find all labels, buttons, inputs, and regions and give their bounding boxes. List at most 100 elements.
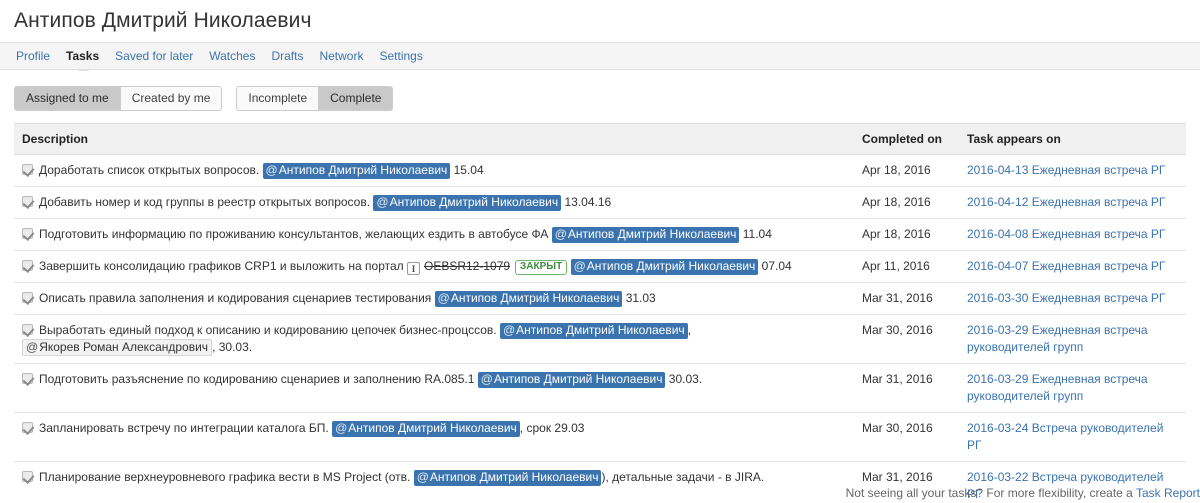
task-checkbox-checked-icon[interactable] [22, 471, 33, 482]
jira-status-badge: ЗАКРЫТ [515, 260, 568, 275]
table-row: Подготовить разъяснение по кодированию с… [14, 363, 1186, 413]
at-sign-icon: @ [573, 259, 586, 273]
table-row: Подготовить информацию по проживанию кон… [14, 218, 1186, 251]
user-mention-name: Антипов Дмитрий Николаевич [389, 195, 559, 209]
at-sign-icon: @ [437, 291, 450, 305]
task-appears-on-cell: 2016-03-30 Ежедневная встреча РГ [959, 282, 1186, 315]
jira-issue-link[interactable]: I OEBSR12-1079 ЗАКРЫТ [406, 258, 568, 275]
task-description-cell: Подготовить разъяснение по кодированию с… [14, 363, 854, 413]
column-header-description: Description [14, 123, 854, 155]
filter-button-created-by-me[interactable]: Created by me [120, 86, 223, 111]
table-row: Доработать список открытых вопросов. @Ан… [14, 154, 1186, 187]
tab-watches[interactable]: Watches [201, 43, 263, 70]
owner-filter-group: Assigned to me Created by me [14, 86, 223, 111]
task-completed-on: Apr 18, 2016 [854, 218, 959, 251]
page-header: Антипов Дмитрий Николаевич [0, 0, 1200, 42]
task-text-before: Добавить номер и код группы в реестр отк… [39, 195, 371, 209]
tab-network[interactable]: Network [311, 43, 371, 70]
column-header-task-appears-on: Task appears on [959, 123, 1186, 155]
tab-tasks[interactable]: Tasks [58, 43, 107, 70]
user-mention-chip[interactable]: @Антипов Дмитрий Николаевич [434, 291, 623, 307]
jira-issue-key: OEBSR12-1079 [423, 259, 511, 273]
user-mention-chip[interactable]: @Антипов Дмитрий Николаевич [551, 227, 740, 243]
task-text-before: Завершить консолидацию графиков CRP1 и в… [39, 259, 404, 273]
tasks-table-body: Доработать список открытых вопросов. @Ан… [14, 154, 1186, 503]
user-mention-name: Антипов Дмитрий Николаевич [567, 227, 737, 241]
task-appears-on-link[interactable]: 2016-04-08 Ежедневная встреча РГ [967, 227, 1165, 241]
table-row: Завершить консолидацию графиков CRP1 и в… [14, 250, 1186, 283]
task-checkbox-checked-icon[interactable] [22, 422, 33, 433]
task-checkbox-checked-icon[interactable] [22, 292, 33, 303]
user-mention-chip[interactable]: @Антипов Дмитрий Николаевич [332, 421, 520, 437]
filter-button-incomplete[interactable]: Incomplete [236, 86, 320, 111]
task-issue-icon: I [406, 262, 420, 275]
task-text-after: 30.03. [668, 372, 703, 386]
status-filter-group: Incomplete Complete [236, 86, 394, 111]
task-checkbox-checked-icon[interactable] [22, 260, 33, 271]
task-text-after: 15.04 [453, 163, 484, 177]
user-mention-name: Якорев Роман Александрович [39, 340, 209, 354]
task-text-after: , срок 29.03 [519, 421, 585, 435]
task-text-before: Подготовить разъяснение по кодированию с… [39, 372, 475, 386]
user-mention-chip[interactable]: @Антипов Дмитрий Николаевич [477, 372, 666, 388]
profile-tab-bar: Profile Tasks Saved for later Watches Drafts… [0, 42, 1200, 70]
task-completed-on: Mar 30, 2016 [854, 314, 959, 364]
task-appears-on-link[interactable]: 2016-04-13 Ежедневная встреча РГ [967, 163, 1165, 177]
task-appears-on-cell: 2016-04-08 Ежедневная встреча РГ [959, 218, 1186, 251]
at-sign-icon: @ [26, 340, 39, 354]
user-mention-name: Антипов Дмитрий Николаевич [348, 421, 517, 435]
user-mention-chip[interactable]: @Антипов Дмитрий Николаевич [413, 470, 602, 486]
task-checkbox-checked-icon[interactable] [22, 324, 33, 335]
user-mention-chip[interactable]: @Антипов Дмитрий Николаевич [373, 195, 562, 211]
user-mention-name: Антипов Дмитрий Николаевич [586, 259, 756, 273]
task-appears-on-link[interactable]: 2016-04-07 Ежедневная встреча РГ [967, 259, 1165, 273]
task-completed-on: Apr 18, 2016 [854, 154, 959, 187]
task-appears-on-link[interactable]: 2016-03-29 Ежедневная встреча руководите… [967, 323, 1148, 354]
filter-button-assigned-to-me[interactable]: Assigned to me [14, 86, 121, 111]
task-completed-on: Apr 11, 2016 [854, 250, 959, 283]
task-appears-on-link[interactable]: 2016-04-12 Ежедневная встреча РГ [967, 195, 1165, 209]
user-mention-chip[interactable]: @Антипов Дмитрий Николаевич [570, 259, 759, 275]
task-checkbox-checked-icon[interactable] [22, 164, 33, 175]
tasks-footer: Not seeing all your tasks? For more flex… [0, 486, 1200, 500]
task-text-after: 31.03 [625, 291, 656, 305]
task-report-link[interactable]: Task Report [1136, 486, 1200, 500]
task-text-before: Планирование верхнеуровневого графика ве… [39, 470, 411, 484]
task-appears-on-link[interactable]: 2016-03-30 Ежедневная встреча РГ [967, 291, 1165, 305]
task-appears-on-link[interactable]: 2016-03-24 Встреча руководителей РГ [967, 421, 1163, 452]
tasks-table-header-row: Description Completed on Task appears on [14, 123, 1186, 155]
at-sign-icon: @ [502, 323, 516, 337]
task-description-cell: Доработать список открытых вопросов. @Ан… [14, 154, 854, 187]
tab-settings[interactable]: Settings [371, 43, 430, 70]
task-checkbox-checked-icon[interactable] [22, 196, 33, 207]
at-sign-icon: @ [376, 195, 389, 209]
task-checkbox-checked-icon[interactable] [22, 373, 33, 384]
task-completed-on: Apr 18, 2016 [854, 186, 959, 219]
table-row: Выработать единый подход к описанию и ко… [14, 314, 1186, 364]
task-appears-on-cell: 2016-03-29 Ежедневная встреча руководите… [959, 363, 1186, 413]
page-title: Антипов Дмитрий Николаевич [14, 9, 312, 32]
task-description-cell: Выработать единый подход к описанию и ко… [14, 314, 854, 364]
task-text-before: Доработать список открытых вопросов. [39, 163, 260, 177]
task-appears-on-cell: 2016-03-24 Встреча руководителей РГ [959, 412, 1186, 462]
tab-drafts[interactable]: Drafts [263, 43, 311, 70]
task-text-after: ), детальные задачи - в JIRA. [601, 470, 765, 484]
task-description-cell: Подготовить информацию по проживанию кон… [14, 218, 854, 251]
tab-saved-for-later[interactable]: Saved for later [107, 43, 201, 70]
task-completed-on: Mar 31, 2016 [854, 282, 959, 315]
user-mention-name: Антипов Дмитрий Николаевич [493, 372, 663, 386]
filter-button-complete[interactable]: Complete [319, 86, 394, 111]
user-mention-chip[interactable]: @Антипов Дмитрий Николаевич [262, 163, 451, 179]
task-text-separator: , [687, 323, 692, 337]
task-checkbox-checked-icon[interactable] [22, 228, 33, 239]
table-row: Запланировать встречу по интеграции ката… [14, 412, 1186, 462]
task-text-before: Запланировать встречу по интеграции ката… [39, 421, 329, 435]
tab-profile[interactable]: Profile [8, 43, 58, 70]
task-appears-on-link[interactable]: 2016-03-29 Ежедневная встреча руководите… [967, 372, 1148, 403]
at-sign-icon: @ [416, 470, 429, 484]
task-appears-on-cell: 2016-04-12 Ежедневная встреча РГ [959, 186, 1186, 219]
table-row: Описать правила заполнения и кодирования… [14, 282, 1186, 315]
user-mention-chip[interactable]: @Антипов Дмитрий Николаевич [499, 323, 688, 339]
user-mention-name: Антипов Дмитрий Николаевич [278, 163, 448, 177]
user-mention-chip[interactable]: @Якорев Роман Александрович [22, 339, 213, 356]
